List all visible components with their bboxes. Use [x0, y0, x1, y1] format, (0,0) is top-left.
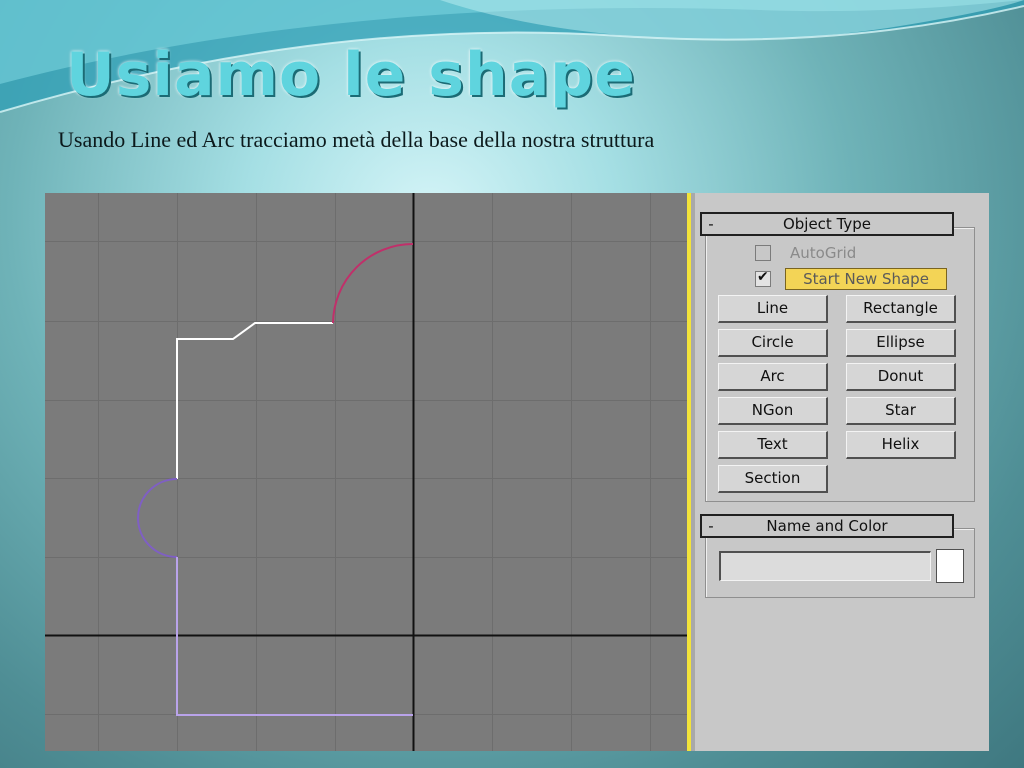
- text-button[interactable]: Text: [718, 431, 828, 459]
- rectangle-button[interactable]: Rectangle: [846, 295, 956, 323]
- autogrid-checkbox[interactable]: [755, 245, 771, 261]
- object-name-field[interactable]: [719, 551, 931, 581]
- line-button[interactable]: Line: [718, 295, 828, 323]
- viewport-canvas[interactable]: [45, 193, 688, 751]
- drawing-viewport[interactable]: [45, 193, 688, 751]
- section-button[interactable]: Section: [718, 465, 828, 493]
- object-type-title: Object Type: [782, 215, 872, 233]
- ellipse-button[interactable]: Ellipse: [846, 329, 956, 357]
- top-arc-shape[interactable]: [332, 243, 414, 324]
- left-arc-shape[interactable]: [137, 478, 178, 558]
- command-panel: - Object Type AutoGrid Start New Shape L…: [691, 193, 989, 751]
- circle-button[interactable]: Circle: [718, 329, 828, 357]
- name-color-rollout-header[interactable]: - Name and Color: [700, 514, 954, 538]
- slide-title: Usiamo le shape: [66, 40, 636, 110]
- start-new-shape-checkbox[interactable]: [755, 269, 771, 287]
- ngon-button[interactable]: NGon: [718, 397, 828, 425]
- autogrid-label: AutoGrid: [790, 244, 857, 262]
- donut-button[interactable]: Donut: [846, 363, 956, 391]
- viewport-grid: [45, 193, 688, 751]
- autogrid-row: AutoGrid: [755, 244, 856, 262]
- arc-button[interactable]: Arc: [718, 363, 828, 391]
- name-color-title: Name and Color: [766, 517, 888, 535]
- object-color-swatch[interactable]: [936, 549, 964, 583]
- helix-button[interactable]: Helix: [846, 431, 956, 459]
- start-new-shape-row: Start New Shape: [755, 268, 947, 290]
- object-type-rollout-header[interactable]: - Object Type: [700, 212, 954, 236]
- star-button[interactable]: Star: [846, 397, 956, 425]
- slide-subtitle: Usando Line ed Arc tracciamo metà della …: [58, 127, 655, 152]
- start-new-shape-button[interactable]: Start New Shape: [785, 268, 947, 290]
- collapse-icon[interactable]: -: [702, 214, 720, 234]
- collapse-icon[interactable]: -: [702, 516, 720, 536]
